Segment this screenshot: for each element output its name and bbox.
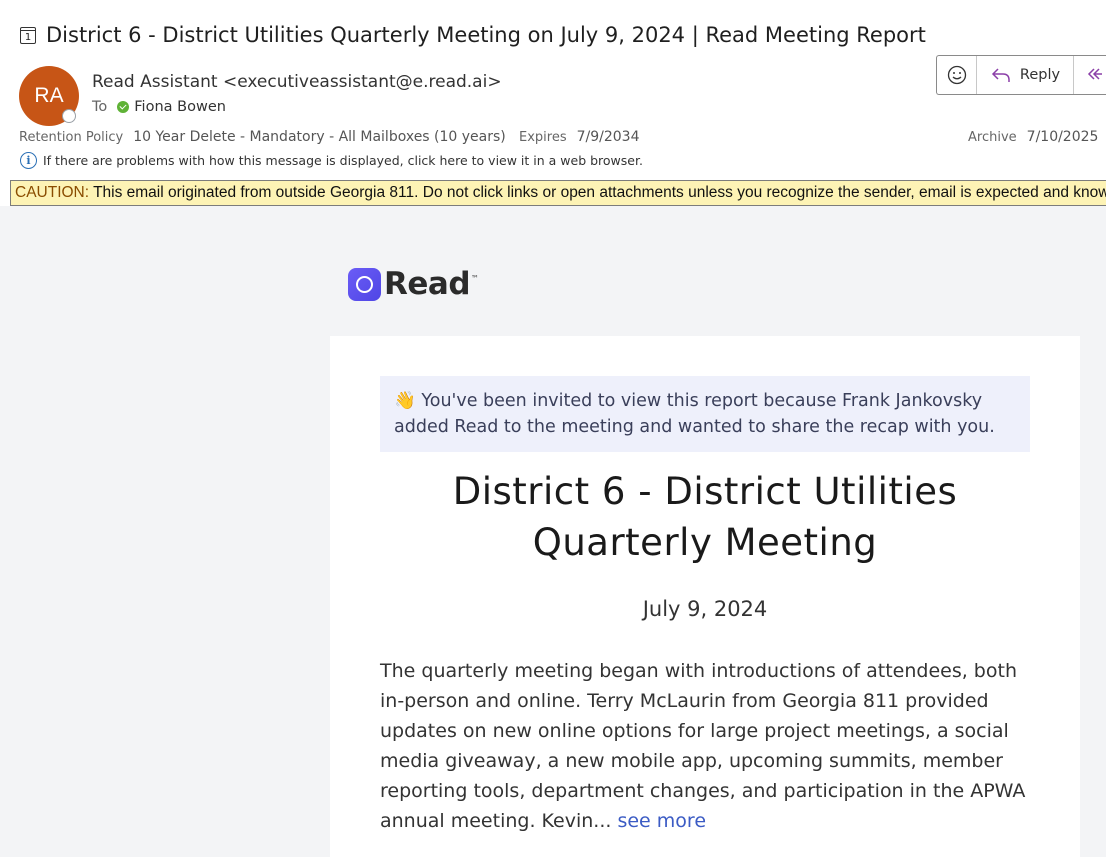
report-date: July 9, 2024 xyxy=(642,597,768,621)
read-logo-text: Read xyxy=(384,266,471,302)
web-view-notice-text: If there are problems with how this mess… xyxy=(43,153,643,168)
expires-value: 7/9/2034 xyxy=(576,129,640,145)
caution-text: This email originated from outside Georg… xyxy=(93,184,1106,201)
report-card: 👋 You've been invited to view this repor… xyxy=(330,336,1080,857)
subject-text: District 6 - District Utilities Quarterl… xyxy=(46,23,926,47)
report-title: District 6 - District Utilities Quarterl… xyxy=(452,470,958,564)
expires-label: Expires xyxy=(519,130,567,145)
presence-status-icon xyxy=(62,109,76,123)
wave-emoji-icon: 👋 xyxy=(394,391,416,411)
email-subject: 1 District 6 - District Utilities Quarte… xyxy=(20,20,926,50)
archive-value: 7/10/2025 xyxy=(1026,129,1099,145)
recipient-name[interactable]: Fiona Bowen xyxy=(134,99,226,115)
reply-arrow-icon xyxy=(991,68,1010,82)
meeting-summary: The quarterly meeting began with introdu… xyxy=(380,656,1030,836)
to-label: To xyxy=(92,99,108,115)
retention-label: Retention Policy xyxy=(19,130,124,145)
see-more-link[interactable]: see more xyxy=(617,810,706,832)
expires-info: Expires 7/9/2034 xyxy=(519,129,640,145)
trademark: ™ xyxy=(471,273,480,283)
retention-value: 10 Year Delete - Mandatory - All Mailbox… xyxy=(133,129,506,145)
invite-notice: 👋 You've been invited to view this repor… xyxy=(380,376,1030,452)
smiley-icon xyxy=(947,65,966,85)
reply-label: Reply xyxy=(1019,67,1061,83)
emoji-reaction-button[interactable] xyxy=(937,56,977,94)
archive-label: Archive xyxy=(968,130,1017,145)
calendar-icon: 1 xyxy=(20,26,36,44)
message-body: Read ™ 👋 You've been invited to view this… xyxy=(0,206,1106,857)
external-caution-banner: CAUTION: This email originated from outs… xyxy=(10,180,1106,206)
summary-text: The quarterly meeting began with introdu… xyxy=(380,660,1026,832)
caution-label: CAUTION: xyxy=(15,184,90,201)
info-icon: i xyxy=(20,152,37,169)
read-logo[interactable]: Read ™ xyxy=(348,266,479,302)
verified-check-icon xyxy=(117,101,130,113)
sender-address[interactable]: Read Assistant <executiveassistant@e.rea… xyxy=(92,72,502,92)
archive-info: Archive 7/10/2025 xyxy=(968,129,1098,145)
recipient-row: To Fiona Bowen xyxy=(92,99,226,115)
web-view-notice[interactable]: i If there are problems with how this me… xyxy=(20,152,643,169)
reply-button[interactable]: Reply xyxy=(977,56,1074,94)
message-actions: Reply xyxy=(936,55,1106,95)
reply-all-button[interactable] xyxy=(1074,56,1106,94)
retention-policy: Retention Policy 10 Year Delete - Mandato… xyxy=(19,129,506,145)
read-logo-icon xyxy=(348,267,381,301)
reply-all-icon xyxy=(1087,68,1102,80)
invite-text: You've been invited to view this report … xyxy=(394,391,995,437)
